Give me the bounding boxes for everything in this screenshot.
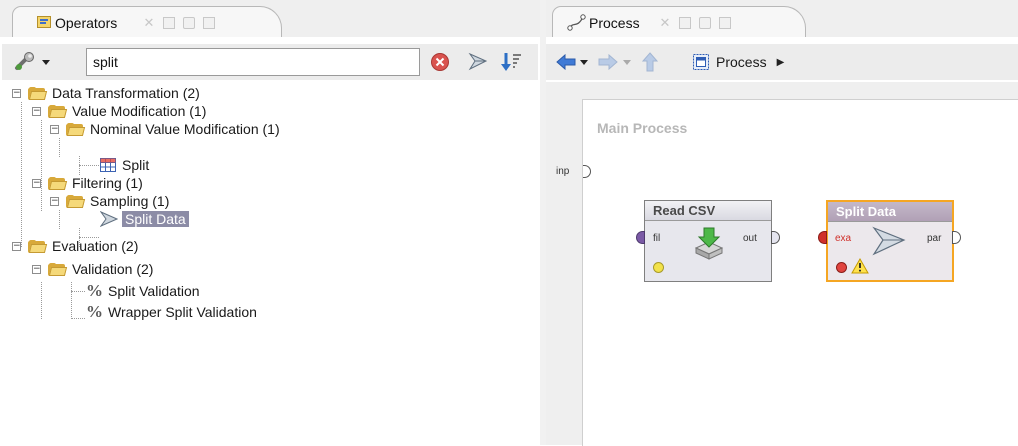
table-icon: [100, 158, 116, 172]
restore-icon[interactable]: [719, 17, 731, 29]
funnel-icon: [872, 226, 906, 256]
process-input-port-label: inp: [556, 166, 570, 177]
tree-item-split[interactable]: Split: [100, 156, 149, 174]
chevron-down-icon[interactable]: [623, 60, 631, 65]
operators-panel: Operators ✕ split − Data Transformation …: [0, 0, 540, 445]
collapse-icon[interactable]: −: [12, 241, 21, 251]
tree-item-data-transformation[interactable]: − Data Transformation (2): [12, 84, 200, 102]
arrow-left-icon[interactable]: [556, 54, 576, 70]
collapse-icon[interactable]: −: [32, 106, 41, 116]
warning-icon: [851, 258, 869, 274]
undock-icon[interactable]: [183, 17, 195, 29]
funnel-icon: [100, 211, 118, 227]
tree-item-value-modification[interactable]: − Value Modification (1): [32, 102, 206, 120]
status-icon: [653, 262, 664, 273]
tree-item-label: Data Transformation (2): [52, 85, 200, 101]
tree-item-nominal-value-modification[interactable]: − Nominal Value Modification (1): [50, 120, 280, 138]
folder-icon: [48, 176, 68, 190]
collapse-icon[interactable]: −: [32, 264, 41, 274]
breadcrumb-label: Process: [716, 54, 767, 70]
tree-item-label: Wrapper Split Validation: [108, 304, 257, 320]
search-input[interactable]: [86, 48, 420, 76]
maximize-icon[interactable]: [679, 17, 691, 29]
tab-process[interactable]: Process ✕: [552, 6, 806, 37]
undock-icon[interactable]: [699, 17, 711, 29]
import-icon: [694, 227, 724, 260]
breadcrumb[interactable]: Process ▶: [692, 50, 784, 74]
tree-item-wrapper-split-validation[interactable]: % Wrapper Split Validation: [86, 302, 257, 321]
tree-item-split-data[interactable]: Split Data: [100, 210, 189, 228]
folder-icon: [66, 122, 86, 136]
status-icon: [836, 262, 847, 273]
tree-item-label: Split Validation: [108, 283, 200, 299]
port-label: out: [743, 233, 757, 244]
folder-icon: [28, 239, 48, 253]
tree-item-evaluation[interactable]: − Evaluation (2): [12, 237, 138, 255]
process-tab-title: Process: [589, 15, 640, 31]
percent-icon: %: [86, 281, 103, 300]
tree-item-label: Split: [122, 157, 150, 173]
tree-item-sampling[interactable]: − Sampling (1): [50, 192, 169, 210]
tree-item-filtering[interactable]: − Filtering (1): [32, 174, 143, 192]
port-label: par: [927, 233, 942, 244]
input-port-fil[interactable]: [636, 231, 645, 244]
port-label: fil: [653, 233, 661, 244]
restore-icon[interactable]: [203, 17, 215, 29]
operators-tabstrip: Operators ✕: [0, 0, 540, 37]
folder-icon: [28, 86, 48, 100]
tree-item-validation[interactable]: − Validation (2): [32, 260, 153, 278]
maximize-icon[interactable]: [163, 17, 175, 29]
process-canvas-frame: Main Process inp Read CSV fil out Split …: [546, 82, 1018, 446]
close-icon[interactable]: ✕: [659, 16, 671, 29]
collapse-icon[interactable]: −: [12, 88, 21, 98]
operators-tab-title: Operators: [55, 15, 118, 31]
operators-icon: [37, 16, 51, 28]
folder-icon: [48, 262, 68, 276]
wrench-icon[interactable]: [14, 52, 36, 72]
operator-read-csv[interactable]: Read CSV fil out: [636, 200, 780, 282]
tree-item-label: Nominal Value Modification (1): [90, 121, 280, 137]
tree-item-label: Filtering (1): [72, 175, 143, 191]
tab-operators[interactable]: Operators ✕: [12, 6, 282, 37]
operator-title: Read CSV: [645, 201, 771, 221]
process-panel: Process ✕ Process ▶ Main Process inp Rea…: [546, 0, 1018, 446]
folder-icon: [66, 194, 86, 208]
percent-icon: %: [86, 302, 103, 321]
collapse-icon[interactable]: −: [32, 178, 41, 188]
sort-icon[interactable]: [500, 51, 522, 73]
funnel-icon[interactable]: [468, 52, 488, 72]
clear-icon[interactable]: [431, 53, 449, 71]
arrow-up-icon[interactable]: [642, 52, 658, 72]
tree-item-label: Value Modification (1): [72, 103, 207, 119]
collapse-icon[interactable]: −: [50, 196, 59, 206]
chevron-down-icon[interactable]: [42, 60, 50, 65]
operator-split-data[interactable]: Split Data exa par: [818, 200, 961, 282]
chevron-right-icon[interactable]: ▶: [777, 57, 785, 68]
close-icon[interactable]: ✕: [143, 16, 155, 29]
tree-item-label: Validation (2): [72, 261, 154, 277]
process-icon: [567, 14, 586, 31]
tree-item-label: Sampling (1): [90, 193, 170, 209]
tree-item-label: Evaluation (2): [52, 238, 139, 254]
collapse-icon[interactable]: −: [50, 124, 59, 134]
chevron-down-icon[interactable]: [580, 60, 588, 65]
tree-item-label: Split Data: [122, 211, 189, 227]
folder-icon: [48, 104, 68, 118]
canvas-title: Main Process: [597, 120, 688, 136]
input-port-exa[interactable]: [818, 231, 827, 244]
process-tabstrip: Process ✕: [546, 0, 1018, 37]
operator-title: Split Data: [828, 202, 952, 222]
process-toolbar: Process ▶: [546, 44, 1018, 80]
tree-item-split-validation[interactable]: % Split Validation: [86, 281, 200, 300]
arrow-right-icon[interactable]: [598, 54, 618, 70]
port-label: exa: [835, 233, 852, 244]
process-icon: [693, 54, 709, 70]
